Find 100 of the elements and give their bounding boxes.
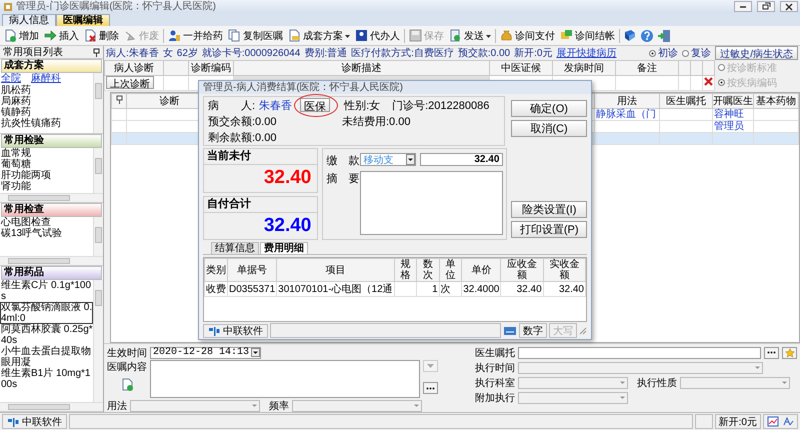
toolbar-button[interactable]: 发送 (447, 27, 493, 44)
patient-info: 医疗付款方式:自费医疗 (351, 46, 454, 60)
dropdown-button[interactable] (423, 360, 438, 372)
toolbar-button[interactable]: 一并给药 (166, 27, 225, 44)
radio-dot[interactable] (649, 50, 656, 56)
section-header[interactable]: 成套方案 (1, 59, 102, 73)
insurance-button[interactable]: 医保 (300, 98, 330, 112)
more-button[interactable] (764, 346, 779, 358)
patient-info: 62岁 (176, 46, 198, 60)
copy-icon (228, 29, 241, 42)
link[interactable]: 展开快捷病历 (556, 46, 616, 60)
list-item[interactable]: 镇静药 (0, 107, 93, 118)
list-item[interactable]: 抗炎性镇痛药 (0, 118, 93, 129)
list-item[interactable]: 血常规 (0, 148, 93, 159)
amount-label: 当前未付 (204, 149, 318, 165)
toolbar-button[interactable]: 复制医嘱 (226, 27, 285, 44)
minimize-button[interactable] (734, 1, 752, 12)
restore-button[interactable] (757, 1, 775, 12)
close-button[interactable] (780, 1, 798, 12)
table-cell: 32.4000 (462, 282, 501, 296)
text-field[interactable] (518, 346, 761, 358)
radio-button[interactable]: 初诊 (649, 46, 678, 60)
vertical-scrollbar[interactable] (93, 217, 103, 256)
list-item[interactable]: 肾功能 (0, 181, 93, 192)
horizontal-scrollbar[interactable] (0, 193, 103, 202)
field-label: 执行科室 (475, 376, 515, 390)
panel-title: 常用项目列表 (3, 46, 63, 58)
exit-door-button[interactable] (656, 27, 672, 44)
vertical-scrollbar[interactable] (93, 280, 103, 402)
column-header: 单据号 (228, 258, 277, 282)
horizontal-scrollbar[interactable] (0, 402, 103, 411)
help-button[interactable] (639, 27, 655, 44)
document-list-icon (288, 29, 301, 42)
dialog-button[interactable]: 确定(O) (511, 100, 587, 117)
field-label: 执行性质 (637, 376, 677, 390)
brand-name: 中联软件 (22, 416, 62, 428)
list-item[interactable]: 肌松药 (0, 85, 93, 96)
people-icon (168, 29, 181, 42)
chart-icon (767, 416, 779, 427)
field-label: 缴 款 (326, 154, 356, 168)
status-indicator: 大写 (549, 323, 577, 338)
radio-dot[interactable] (682, 50, 690, 56)
radio-button[interactable]: 复诊 (682, 46, 712, 60)
field-label: 频率 (269, 400, 289, 412)
horizontal-scrollbar[interactable] (0, 256, 103, 265)
clinic-number: 门诊号:2012280086 (392, 98, 490, 112)
field-label: 医嘱内容 (107, 360, 147, 374)
table-cell: D0355371 (228, 282, 277, 296)
last-diagnosis-button[interactable]: 上次诊断 (106, 76, 154, 89)
list-item[interactable]: 小牛血去蛋白提取物眼用凝 (0, 346, 93, 368)
toolbar-button[interactable]: 删除 (82, 27, 121, 44)
tab[interactable]: 医嘱编辑 (56, 14, 110, 26)
tab[interactable]: 病人信息 (2, 14, 56, 26)
status-indicator: 数字 (519, 323, 547, 338)
document-x-icon (84, 29, 97, 42)
amount-label: 自付合计 (204, 196, 318, 212)
summary-field[interactable] (360, 171, 504, 235)
list-item[interactable]: 葡萄糖 (0, 159, 93, 170)
section-header[interactable]: 常用检验 (1, 134, 102, 148)
column-header: 用法 (594, 94, 660, 108)
allergy-button[interactable]: 过敏史/病生状态 (715, 46, 798, 60)
dialog-button[interactable]: 取消(C) (511, 120, 587, 137)
toolbar-button[interactable]: 代办人 (353, 27, 402, 44)
balance-text: 未结费用:0.00 (342, 114, 410, 128)
list-item[interactable]: 维生素B1片 10mg*100s (0, 368, 93, 390)
toolbar-button[interactable]: 诊间结帐 (558, 27, 617, 44)
minimize-icon (740, 6, 746, 8)
app-icon (3, 2, 13, 12)
section-header[interactable]: 常用检查 (1, 203, 102, 217)
column-header: 规格 (394, 258, 417, 282)
patient-info: 新开:0元 (514, 46, 552, 60)
toolbar-button[interactable]: 增加 (2, 27, 41, 44)
list-item[interactable]: 局麻药 (0, 96, 93, 107)
section-header[interactable]: 常用药品 (1, 266, 102, 280)
list-item[interactable]: 碳13呼气试验 (0, 228, 93, 239)
column-header: 单价 (462, 258, 501, 282)
date-time-field[interactable]: 2020-12-28 14:13 (150, 346, 262, 358)
more-button[interactable] (423, 382, 438, 394)
tab[interactable]: 费用明细 (260, 242, 308, 254)
pin-icon (116, 95, 122, 104)
vertical-scrollbar[interactable] (93, 73, 103, 133)
table-cell: 32.40 (543, 282, 586, 296)
link[interactable]: 全院 (1, 73, 21, 85)
arrow-icon (44, 29, 57, 42)
more-icon (767, 351, 776, 354)
toolbar-button[interactable]: 插入 (42, 27, 81, 44)
dialog-button[interactable]: 打印设置(P) (511, 221, 587, 238)
star-icon (784, 348, 794, 358)
field-label: 执行时间 (475, 362, 515, 374)
dialog-button[interactable]: 险类设置(I) (511, 201, 587, 218)
amount-field[interactable]: 32.40 (420, 153, 504, 166)
toolbar-button[interactable]: 成套方案 (286, 27, 352, 44)
table-cell: 301070101-心电图（12通 (276, 282, 394, 296)
money-bag-icon (500, 29, 513, 42)
toolbar-button[interactable]: 诊间支付 (498, 27, 557, 44)
vertical-scrollbar[interactable] (93, 148, 103, 193)
list-item[interactable]: 阿莫西林胶囊 0.25g*40s (0, 324, 93, 346)
list-item[interactable]: 肝功能两项 (0, 170, 93, 181)
tab[interactable]: 结算信息 (211, 242, 259, 254)
status-text: 新开:0元 (714, 414, 761, 429)
